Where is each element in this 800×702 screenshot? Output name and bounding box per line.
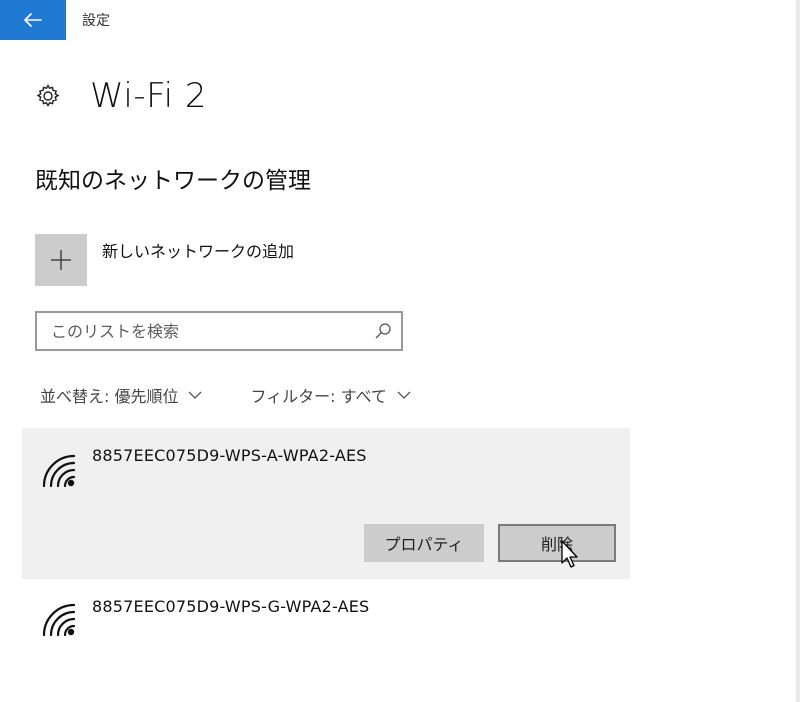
delete-button[interactable]: 削除 xyxy=(498,524,616,562)
page-header: Wi-Fi 2 xyxy=(34,72,207,120)
network-name: 8857EEC075D9-WPS-G-WPA2-AES xyxy=(92,597,370,616)
back-button[interactable] xyxy=(0,0,66,40)
network-list: 8857EEC075D9-WPS-A-WPA2-AES プロパティ 削除 885… xyxy=(22,428,630,639)
search-input[interactable] xyxy=(37,313,365,349)
plus-icon xyxy=(51,250,71,270)
network-item[interactable]: 8857EEC075D9-WPS-G-WPA2-AES xyxy=(22,579,630,639)
title-bar: 設定 xyxy=(0,0,796,40)
wifi-icon xyxy=(42,454,76,488)
chevron-down-icon xyxy=(188,391,202,399)
sort-label: 並べ替え: 優先順位 xyxy=(40,387,179,406)
network-name: 8857EEC075D9-WPS-A-WPA2-AES xyxy=(92,446,367,465)
network-item-selected[interactable]: 8857EEC075D9-WPS-A-WPA2-AES プロパティ 削除 xyxy=(22,428,630,579)
settings-window: 設定 Wi-Fi 2 既知のネットワークの管理 新しいネットワークの追加 このリ… xyxy=(0,0,800,702)
chevron-down-icon xyxy=(397,391,411,399)
search-icon[interactable] xyxy=(365,313,401,349)
add-network-button[interactable]: 新しいネットワークの追加 xyxy=(35,234,294,286)
window-title: 設定 xyxy=(82,13,110,29)
sort-dropdown[interactable]: 並べ替え: 優先順位 xyxy=(40,383,202,407)
filter-dropdown[interactable]: フィルター: すべて xyxy=(250,383,411,407)
search-box[interactable] xyxy=(35,311,403,351)
filter-label: フィルター: すべて xyxy=(250,387,387,406)
gear-icon xyxy=(34,82,62,110)
add-network-label: 新しいネットワークの追加 xyxy=(102,242,295,261)
wifi-icon xyxy=(42,603,76,637)
back-arrow-icon xyxy=(24,13,42,27)
properties-button[interactable]: プロパティ xyxy=(364,524,484,562)
add-network-tile[interactable] xyxy=(35,234,87,286)
filter-bar: 並べ替え: 優先順位 フィルター: すべて xyxy=(40,383,411,407)
page-title: Wi-Fi 2 xyxy=(90,76,208,116)
window-edge xyxy=(796,0,800,702)
section-title: 既知のネットワークの管理 xyxy=(35,168,311,194)
